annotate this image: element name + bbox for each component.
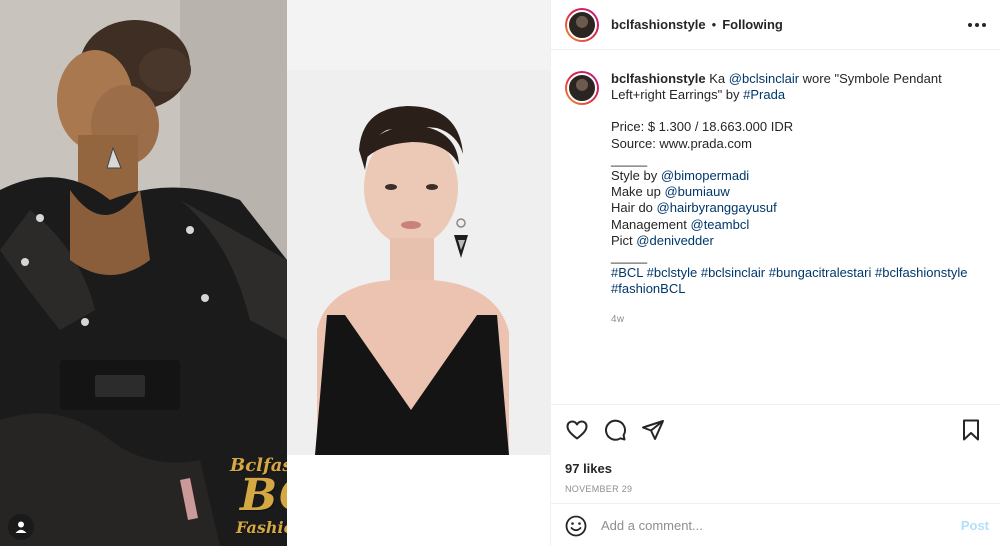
comment-icon[interactable] — [603, 418, 627, 442]
header-avatar[interactable] — [565, 7, 599, 42]
post-date[interactable]: NOVEMBER 29 — [565, 484, 987, 494]
caption-label: Make up — [611, 184, 665, 200]
caption-hashtags[interactable]: #BCL #bclstyle #bclsinclair #bungacitral… — [611, 265, 985, 281]
mention-teambcl[interactable]: @teambcl — [691, 217, 750, 232]
caption-divider: _____ — [611, 151, 648, 167]
share-icon[interactable] — [641, 418, 665, 442]
watermark-line3: Fashion Style — [236, 518, 287, 537]
comment-input[interactable] — [601, 518, 961, 533]
caption-source: Source: www.prada.com — [611, 135, 752, 151]
caption-label: Management — [611, 216, 691, 232]
caption-username[interactable]: bclfashionstyle — [611, 71, 706, 86]
mention-bimopermadi[interactable]: @bimopermadi — [661, 168, 749, 183]
bookmark-icon[interactable] — [959, 418, 983, 442]
caption-divider: _____ — [611, 249, 648, 265]
mention-bumiauw[interactable]: @bumiauw — [664, 184, 729, 199]
mention-bclsinclair[interactable]: @bclsinclair — [729, 71, 799, 86]
caption-label: Pict — [611, 232, 637, 248]
tagged-user-icon[interactable] — [8, 514, 34, 540]
caption-label: Hair do — [611, 200, 657, 216]
post-actions: 97 likes NOVEMBER 29 — [551, 404, 1000, 504]
hashtag-prada[interactable]: #Prada — [743, 87, 785, 102]
post-media[interactable]: Bclfashionstyle BCL Fashion Style — [0, 0, 550, 546]
header-username[interactable]: bclfashionstyle — [611, 17, 706, 32]
heart-icon[interactable] — [565, 418, 589, 442]
header-separator-dot: • — [711, 17, 717, 32]
caption-avatar[interactable] — [565, 71, 599, 105]
photo-right-product — [287, 70, 550, 455]
action-icons-row — [565, 415, 987, 445]
post-header: bclfashionstyle • Following — [551, 0, 1000, 50]
caption-hashtags[interactable]: #fashionBCL — [611, 281, 985, 297]
model-right-illustration — [287, 70, 550, 455]
comment-bar: Post — [551, 505, 1000, 546]
caption-label: Style by — [611, 168, 661, 184]
caption-section: bclfashionstyle Ka @bclsinclair wore "Sy… — [551, 51, 1000, 403]
media-blank-area — [287, 455, 550, 546]
likes-count[interactable]: 97 likes — [565, 461, 987, 476]
caption-text: bclfashionstyle Ka @bclsinclair wore "Sy… — [611, 71, 985, 328]
post-comment-button[interactable]: Post — [961, 518, 989, 533]
more-options-icon[interactable] — [965, 14, 989, 36]
smiley-icon[interactable] — [565, 515, 587, 537]
following-button[interactable]: Following — [722, 17, 783, 32]
watermark-line2: BCL — [240, 470, 287, 521]
caption-price: Price: $ 1.300 / 18.663.000 IDR — [611, 119, 794, 135]
post-side-panel: bclfashionstyle • Following bclfashionst… — [550, 0, 1000, 546]
mention-denivedder[interactable]: @denivedder — [636, 233, 714, 248]
mention-hairbyranggayusuf[interactable]: @hairbyranggayusuf — [657, 200, 777, 215]
caption-text-part: Ka — [705, 71, 729, 86]
photo-left-model: Bclfashionstyle BCL Fashion Style — [0, 0, 287, 546]
caption-timestamp[interactable]: 4w — [611, 312, 985, 328]
